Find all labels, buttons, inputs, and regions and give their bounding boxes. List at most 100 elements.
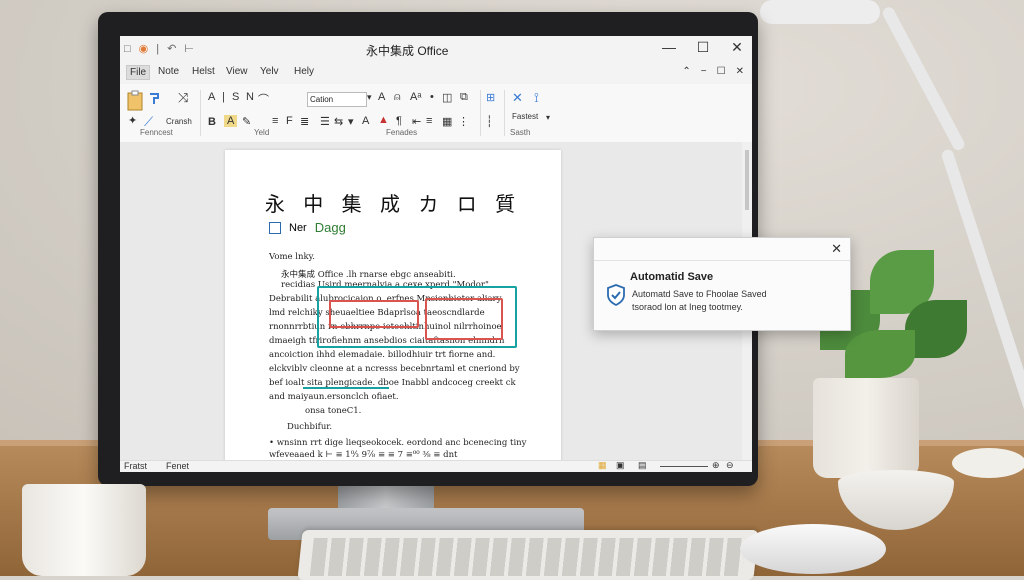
doc-icon xyxy=(269,221,281,234)
scissors-icon[interactable]: ⤨ xyxy=(178,90,188,106)
teal-underline xyxy=(303,387,389,389)
font-grow-button[interactable]: A xyxy=(208,91,215,103)
ribbon-restore-icon[interactable]: ☐ xyxy=(717,66,726,77)
view-read-icon[interactable]: ▤ xyxy=(638,460,647,471)
styles-more-icon[interactable]: ┆ xyxy=(486,115,493,128)
replace-icon[interactable]: ⟟ xyxy=(534,90,539,106)
document-line: 永中集成 Office .lh rnarse ebgc anseabiti. xyxy=(281,270,456,280)
document-line: Vome lnky. xyxy=(269,252,315,262)
paragraph-icon[interactable]: ≣ xyxy=(300,115,309,128)
redo-icon[interactable]: ⊢ xyxy=(184,42,194,55)
notification-line: Automatd Save to Fhoolae Saved xyxy=(632,289,767,299)
record-icon[interactable]: ◉ xyxy=(139,42,149,55)
close-button[interactable]: ✕ xyxy=(730,39,744,56)
list-icon[interactable]: ☰ xyxy=(320,115,330,128)
document-page[interactable]: 永 中 集 成 カ ロ 質 Ner Dagg Vome lnky. 永中集成 O… xyxy=(225,150,561,462)
font-name-box[interactable]: Cation xyxy=(307,92,367,107)
line-spacing-icon[interactable]: ⋮ xyxy=(458,115,469,128)
status-font: Fenet xyxy=(166,461,190,471)
ribbon-separator xyxy=(200,90,201,136)
menu-hely[interactable]: Hely xyxy=(294,66,314,77)
notification-title: Automatid Save xyxy=(630,271,714,283)
window-controls: — ☐ ✕ xyxy=(662,39,744,56)
autosave-notification: ✕ Automatid Save Automatd Save to Fhoola… xyxy=(593,237,851,331)
style-n-button[interactable]: N xyxy=(246,91,254,103)
zoom-slider[interactable] xyxy=(660,466,708,467)
ribbon: ⤨ ✦ ⟋ Cransh A | S N ⌒ B A ✎ ≡ F ≣ Catio… xyxy=(120,84,752,143)
close-icon[interactable]: ✕ xyxy=(831,241,842,257)
status-left: Fratst xyxy=(124,461,148,471)
notification-line: tsoraod lon at Ineg tootmey. xyxy=(632,302,743,312)
ribbon-separator xyxy=(480,90,481,136)
highlight-button[interactable]: A xyxy=(224,115,238,127)
align-left-icon[interactable]: ≡ xyxy=(272,115,278,127)
align-right-icon[interactable]: F xyxy=(286,115,293,127)
arrow-icon[interactable]: ✦ xyxy=(128,114,137,127)
menu-note[interactable]: Note xyxy=(158,66,179,77)
subtitle-a: Ner xyxy=(289,221,307,234)
font-shrink-icon[interactable]: | xyxy=(222,91,225,103)
document-line: Duchbifur. xyxy=(287,422,333,432)
menu-helst[interactable]: Helst xyxy=(192,66,215,77)
collapse-ribbon-icon[interactable]: ⌃ xyxy=(682,66,690,77)
save-icon[interactable]: □ xyxy=(124,43,131,55)
document-subtitle-row: Ner Dagg xyxy=(269,220,346,235)
minimize-button[interactable]: — xyxy=(662,39,676,56)
menu-file[interactable]: File xyxy=(126,65,151,80)
coffee-mug xyxy=(22,484,146,576)
subtitle-b: Dagg xyxy=(314,220,346,235)
separator: | xyxy=(156,42,160,55)
bold-button[interactable]: B xyxy=(208,116,216,128)
menu-bar: File Note Helst View Yelv Hely ⌃ − ☐ ✕ xyxy=(120,62,752,84)
shading-icon[interactable]: ⧉ xyxy=(460,91,468,104)
table-icon[interactable]: ▦ xyxy=(442,115,452,128)
dot-icon[interactable]: • xyxy=(430,91,434,103)
font-size-icon[interactable]: ⍝ xyxy=(394,91,401,104)
zoom-in-icon[interactable]: ⊕ xyxy=(712,460,720,471)
clipboard-icon[interactable] xyxy=(126,90,146,112)
plant-pot xyxy=(813,378,919,478)
font-color-button[interactable]: A xyxy=(378,91,385,103)
view-print-icon[interactable]: ▦ xyxy=(598,460,607,471)
style-dropdown-icon[interactable]: ▾ xyxy=(348,115,354,128)
document-line: • wnsinn rrt dige lieqseokocek. eordond … xyxy=(269,438,527,448)
clear-format-icon[interactable]: ⌒ xyxy=(258,91,269,107)
pen-icon[interactable]: ✎ xyxy=(242,115,251,128)
title-bar: □ ◉ | ↶ ⊢ 永中集成 Office — ☐ ✕ xyxy=(120,36,752,63)
mouse xyxy=(740,524,886,574)
cut-label[interactable]: Cransh xyxy=(166,117,192,126)
ribbon-minimize-icon[interactable]: − xyxy=(701,66,707,77)
group-label-clipboard: Fenncest xyxy=(140,128,173,137)
status-bar: Fratst Fenet ▦ ▣ ▤ ⊕ ⊖ xyxy=(120,460,752,472)
notification-body: Automatd Save to Fhoolae Saved tsoraod l… xyxy=(632,288,767,314)
red-annotation-box xyxy=(425,298,503,340)
shield-check-icon xyxy=(607,284,625,306)
format-painter-icon[interactable] xyxy=(148,92,162,106)
indent-icon[interactable]: ⇤ xyxy=(412,115,421,128)
document-line: elckviblv cleonne at a ncresss becebnrta… xyxy=(269,364,520,374)
undo-icon[interactable]: ↶ xyxy=(167,42,176,55)
styles-icon[interactable]: ⊞ xyxy=(486,91,495,104)
menu-view[interactable]: View xyxy=(226,66,248,77)
group-label-paragraph: Fenades xyxy=(386,128,418,137)
maximize-button[interactable]: ☐ xyxy=(696,39,710,56)
view-web-icon[interactable]: ▣ xyxy=(616,460,625,471)
border-icon[interactable]: ◫ xyxy=(442,91,452,104)
sort-icon[interactable]: ≡ xyxy=(426,115,432,127)
ribbon-controls: ⌃ − ☐ ✕ xyxy=(682,66,744,77)
font-color-red-icon[interactable]: ▲ xyxy=(378,114,389,126)
paragraph-mark-icon[interactable]: ¶ xyxy=(396,115,402,127)
ribbon-close-icon[interactable]: ✕ xyxy=(736,66,744,77)
a-button[interactable]: A xyxy=(362,115,369,127)
document-line: ancoiction ihhd elemadaie. billodhiuir t… xyxy=(269,350,496,360)
dropdown-icon[interactable]: ▾ xyxy=(367,92,372,103)
paste-dropdown-icon[interactable]: ▾ xyxy=(546,113,550,122)
paste-label[interactable]: Fastest xyxy=(512,112,538,121)
menu-yelv[interactable]: Yelv xyxy=(260,66,279,77)
char-spacing-icon[interactable]: Aᵃ xyxy=(410,91,421,103)
zoom-out-icon[interactable]: ⊖ xyxy=(726,460,734,471)
strikethrough-button[interactable]: S xyxy=(232,91,239,103)
text-effects-icon[interactable]: ⇆ xyxy=(334,115,343,128)
find-icon[interactable]: ✕ xyxy=(512,90,523,106)
saucer xyxy=(952,448,1024,478)
